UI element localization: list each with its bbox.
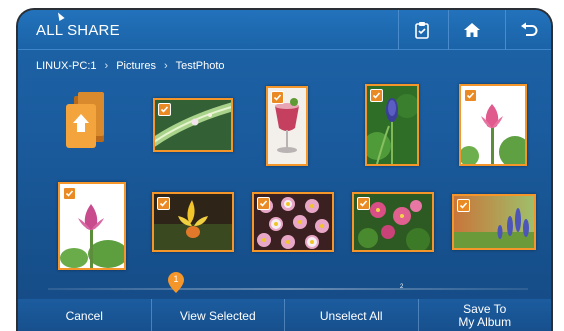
checkmark-icon — [466, 92, 475, 99]
title-bar: ALL SHARE — [18, 10, 551, 50]
cancel-label: Cancel — [65, 308, 103, 323]
photo-thumbnail[interactable] — [152, 192, 234, 252]
unselect-all-button[interactable]: Unselect All — [284, 299, 418, 331]
selected-checkbox[interactable] — [370, 89, 383, 102]
app-title: ALL SHARE — [36, 22, 120, 39]
parent-folder-button[interactable] — [64, 92, 108, 150]
current-page-number: 1 — [173, 274, 179, 284]
chevron-right-icon: › — [104, 60, 109, 72]
save-label-group: Save To My Album — [458, 303, 511, 329]
home-icon — [463, 23, 480, 37]
action-bar: Cancel View Selected Unselect All Save T… — [18, 299, 551, 331]
page-scrollbar[interactable] — [48, 288, 528, 290]
page-indicator-thumb[interactable]: 1 — [167, 272, 185, 294]
checkmark-icon — [259, 200, 268, 207]
selected-checkbox[interactable] — [271, 91, 284, 104]
photo-thumbnail[interactable] — [352, 192, 434, 252]
photo-thumbnail[interactable] — [365, 84, 419, 166]
breadcrumb-item-pictures[interactable]: Pictures — [116, 60, 156, 72]
selected-checkbox[interactable] — [158, 103, 171, 116]
photo-thumbnail[interactable] — [153, 98, 233, 152]
breadcrumb: LINUX-PC:1 › Pictures › TestPhoto — [36, 60, 225, 72]
total-pages: 2 — [400, 284, 404, 290]
breadcrumb-item-device[interactable]: LINUX-PC:1 — [36, 60, 97, 72]
checkmark-icon — [65, 190, 74, 197]
photo-thumbnail[interactable] — [266, 86, 308, 166]
checkmark-icon — [273, 94, 282, 101]
app-frame: ALL SHARE LINUX-PC:1 › Pictures › TestPh… — [16, 8, 553, 331]
photo-thumbnail[interactable] — [252, 192, 334, 252]
photo-thumbnail[interactable] — [58, 182, 126, 270]
view-selected-button[interactable]: View Selected — [150, 299, 285, 331]
home-button[interactable] — [448, 10, 494, 50]
selected-checkbox[interactable] — [464, 89, 477, 102]
selected-checkbox[interactable] — [257, 197, 270, 210]
photo-thumbnail[interactable] — [452, 194, 536, 250]
clipboard-icon — [414, 22, 429, 39]
checkmark-icon — [359, 200, 368, 207]
selected-checkbox[interactable] — [457, 199, 470, 212]
view-selected-label: View Selected — [179, 308, 256, 323]
unselect-all-label: Unselect All — [319, 308, 383, 323]
selected-checkbox[interactable] — [357, 197, 370, 210]
clipboard-button[interactable] — [398, 10, 444, 50]
checkmark-icon — [372, 92, 381, 99]
mouse-cursor-icon — [55, 11, 65, 21]
chevron-right-icon: › — [163, 60, 168, 72]
folder-up-icon — [66, 92, 104, 148]
back-button[interactable] — [505, 10, 551, 50]
cancel-button[interactable]: Cancel — [18, 299, 151, 331]
back-arrow-icon — [520, 22, 537, 36]
selected-checkbox[interactable] — [63, 187, 76, 200]
photo-thumbnail[interactable] — [459, 84, 527, 166]
save-to-album-button[interactable]: Save To My Album — [417, 299, 552, 331]
checkmark-icon — [459, 202, 468, 209]
checkmark-icon — [159, 200, 168, 207]
breadcrumb-item-testphoto[interactable]: TestPhoto — [176, 60, 225, 72]
save-label-line2: My Album — [458, 315, 512, 329]
checkmark-icon — [160, 106, 169, 113]
selected-checkbox[interactable] — [157, 197, 170, 210]
